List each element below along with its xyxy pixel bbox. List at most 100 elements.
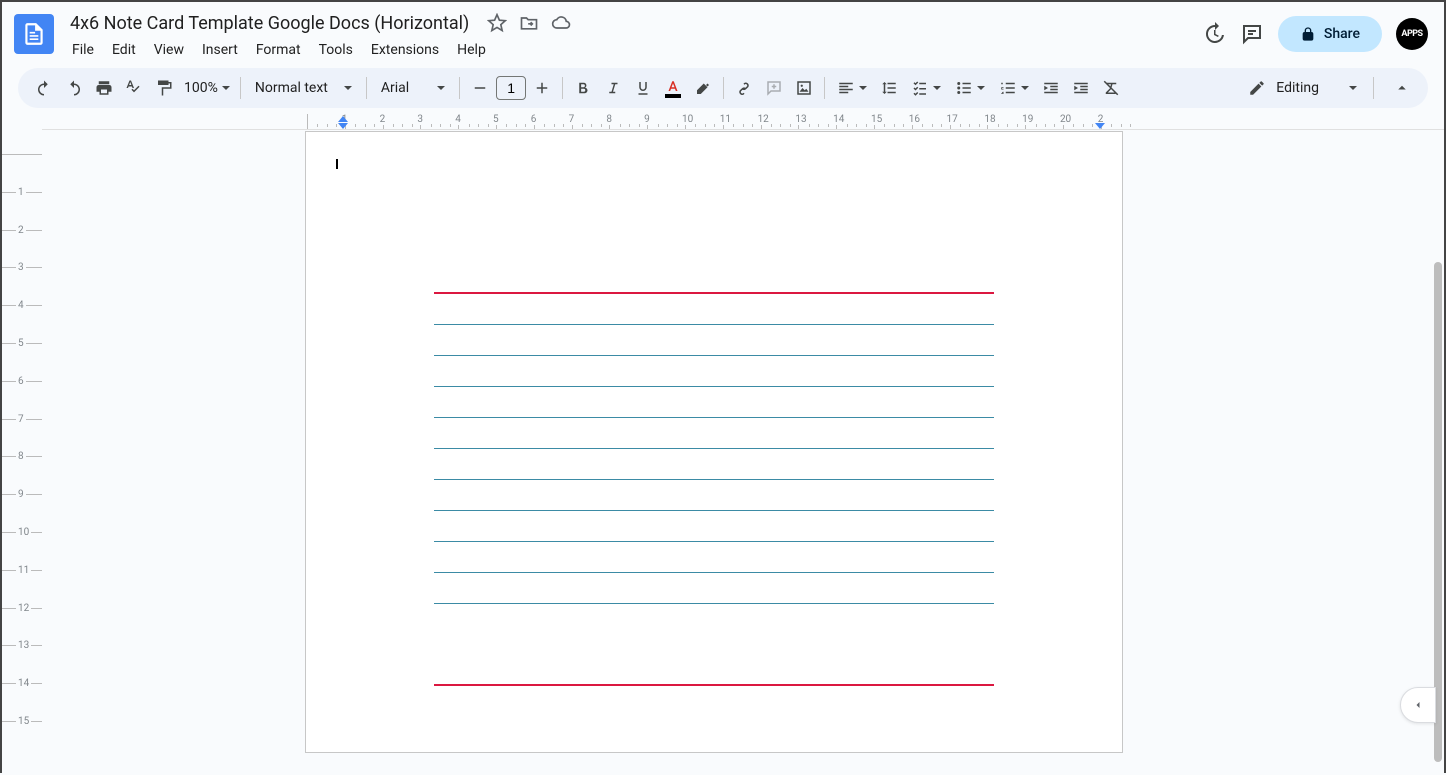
ruler-tick: 14 [836,114,874,129]
font-dropdown[interactable]: Arial [373,80,453,96]
menu-help[interactable]: Help [449,38,494,62]
zoom-value: 100% [184,80,218,96]
spellcheck-button[interactable] [120,74,148,102]
document-canvas[interactable] [42,130,1444,775]
chevron-down-icon [344,86,352,90]
clear-formatting-button[interactable] [1097,74,1125,102]
vertical-ruler[interactable]: 123456789101112131415 [2,130,42,775]
font-size-increase-button[interactable] [528,74,556,102]
paragraph-style-dropdown[interactable]: Normal text [247,80,360,96]
chevron-down-icon [977,86,985,90]
editing-mode-dropdown[interactable]: Editing [1238,79,1367,97]
separator [366,77,367,99]
chevron-down-icon [437,86,445,90]
notecard-rule-line [434,417,994,418]
horizontal-ruler[interactable]: 12345678910111213141516171819202 [42,114,1444,130]
comment-button[interactable] [760,74,788,102]
chevron-down-icon [933,86,941,90]
notecard-rule-line [434,510,994,511]
history-icon[interactable] [1202,22,1226,46]
notecard-rule-line [434,541,994,542]
zoom-dropdown[interactable]: 100% [180,80,234,96]
ruler-tick: 4 [458,114,496,129]
undo-button[interactable] [30,74,58,102]
ruler-tick: 19 [1025,114,1063,129]
menu-edit[interactable]: Edit [104,38,144,62]
chevron-down-icon [859,86,867,90]
style-value: Normal text [255,80,328,96]
text-cursor [336,159,338,169]
indent-decrease-button[interactable] [1037,74,1065,102]
font-size-input[interactable] [496,76,526,100]
notecard-header-line [434,292,994,294]
comments-icon[interactable] [1240,22,1264,46]
separator [459,77,460,99]
menu-view[interactable]: View [146,38,192,62]
font-size-decrease-button[interactable] [466,74,494,102]
ruler-tick: 10 [685,114,723,129]
print-button[interactable] [90,74,118,102]
notecard-rule-line [434,386,994,387]
ruler-tick: 17 [950,114,988,129]
chevron-down-icon [1349,86,1357,90]
title-area: 4x6 Note Card Template Google Docs (Hori… [64,10,1202,62]
separator [240,77,241,99]
share-label: Share [1324,26,1360,42]
separator [562,77,563,99]
indent-increase-button[interactable] [1067,74,1095,102]
cloud-status-icon[interactable] [551,13,571,33]
notecard-rule-line [434,479,994,480]
redo-button[interactable] [60,74,88,102]
star-icon[interactable] [487,13,507,33]
menu-bar: File Edit View Insert Format Tools Exten… [64,38,1202,62]
menu-tools[interactable]: Tools [311,38,361,62]
ruler-tick: 8 [609,114,647,129]
first-line-indent-marker[interactable] [338,116,348,122]
italic-button[interactable] [599,74,627,102]
ruler-tick: 15 [874,114,912,129]
paint-format-button[interactable] [150,74,178,102]
text-color-button[interactable] [659,74,687,102]
image-button[interactable] [790,74,818,102]
bullet-list-dropdown[interactable] [949,74,991,102]
ruler-tick: 1 [345,114,383,129]
menu-insert[interactable]: Insert [194,38,246,62]
page[interactable] [306,132,1122,752]
toolbar-container: 100% Normal text Arial Editing [2,62,1444,114]
notecard-rule-line [434,448,994,449]
align-dropdown[interactable] [831,74,873,102]
notecard-rule-line [434,324,994,325]
side-panel-toggle[interactable] [1400,687,1436,723]
move-icon[interactable] [519,13,539,33]
docs-logo-icon[interactable] [14,14,54,54]
menu-extensions[interactable]: Extensions [363,38,447,62]
link-button[interactable] [730,74,758,102]
bold-button[interactable] [569,74,597,102]
left-indent-marker[interactable] [338,123,348,129]
underline-button[interactable] [629,74,657,102]
ruler-tick: 9 [647,114,685,129]
collapse-toolbar-button[interactable] [1388,74,1416,102]
menu-format[interactable]: Format [248,38,309,62]
account-avatar[interactable]: APPS [1396,18,1428,50]
checklist-dropdown[interactable] [905,74,947,102]
numbered-list-dropdown[interactable] [993,74,1035,102]
right-indent-marker[interactable] [1095,123,1105,129]
notecard-rule-line [434,355,994,356]
ruler-tick: 11 [723,114,761,129]
toolbar: 100% Normal text Arial Editing [18,68,1428,108]
color-indicator [665,94,681,98]
share-button[interactable]: Share [1278,16,1382,52]
ruler-tick: 5 [496,114,534,129]
line-spacing-button[interactable] [875,74,903,102]
app-header: 4x6 Note Card Template Google Docs (Hori… [2,2,1444,62]
ruler-tick: 15 [2,721,42,759]
highlight-button[interactable] [689,74,717,102]
document-title[interactable]: 4x6 Note Card Template Google Docs (Hori… [64,11,475,36]
ruler-tick: 18 [987,114,1025,129]
menu-file[interactable]: File [64,38,102,62]
separator [723,77,724,99]
notecard-rule-line [434,603,994,604]
chevron-down-icon [1021,86,1029,90]
ruler-tick: 12 [761,114,799,129]
